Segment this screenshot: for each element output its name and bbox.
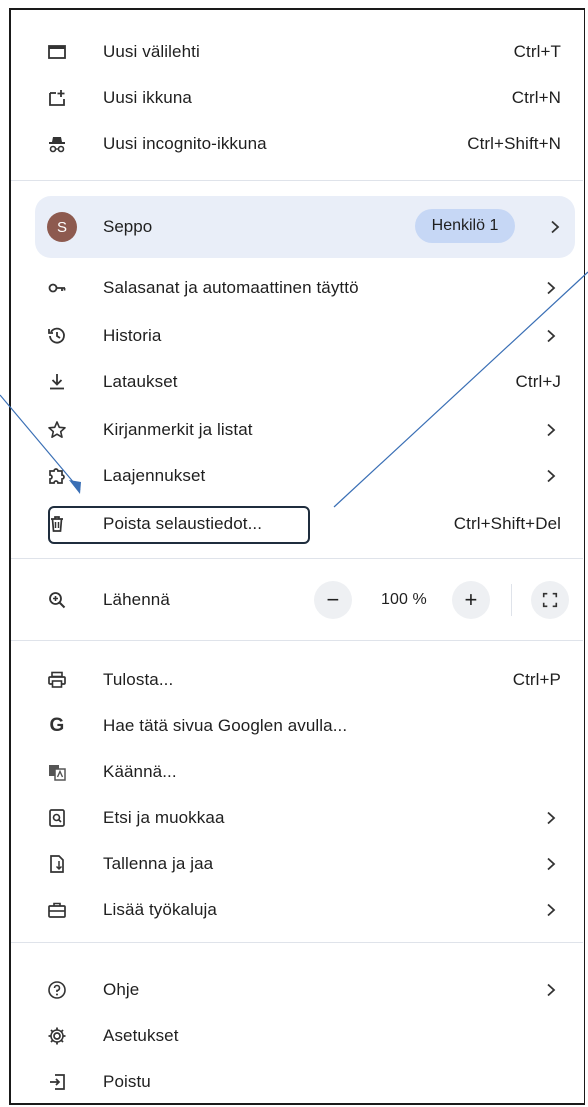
new-tab-icon bbox=[47, 42, 67, 62]
translate-icon bbox=[47, 762, 67, 782]
menu-item-save-and-share[interactable]: Tallenna ja jaa bbox=[11, 842, 583, 886]
google-icon: G bbox=[49, 715, 65, 736]
shortcut-text: Ctrl+Shift+Del bbox=[453, 514, 561, 533]
toolbox-icon bbox=[47, 900, 67, 920]
shortcut-text: Ctrl+T bbox=[513, 42, 561, 61]
chevron-right-icon bbox=[545, 281, 557, 295]
menu-item-label: Historia bbox=[103, 326, 162, 345]
history-icon bbox=[47, 326, 67, 346]
new-window-icon bbox=[47, 88, 67, 108]
zoom-in-button[interactable]: + bbox=[452, 581, 490, 619]
key-icon bbox=[47, 278, 67, 298]
menu-item-find-and-edit[interactable]: Etsi ja muokkaa bbox=[11, 796, 583, 840]
chevron-right-icon bbox=[545, 423, 557, 437]
menu-item-new-incognito[interactable]: Uusi incognito-ikkuna Ctrl+Shift+N bbox=[11, 122, 583, 166]
profile-badge: Henkilö 1 bbox=[415, 209, 515, 243]
exit-icon bbox=[47, 1072, 67, 1092]
chevron-right-icon bbox=[545, 857, 557, 871]
divider bbox=[11, 180, 583, 181]
menu-item-label: Asetukset bbox=[103, 1026, 179, 1045]
menu-item-new-window[interactable]: Uusi ikkuna Ctrl+N bbox=[11, 76, 583, 120]
profile-name: Seppo bbox=[103, 217, 153, 236]
menu-item-zoom: Lähennä − 100 % + bbox=[11, 578, 583, 622]
menu-item-label: Tulosta... bbox=[103, 670, 174, 689]
divider bbox=[11, 640, 583, 641]
menu-item-new-tab[interactable]: Uusi välilehti Ctrl+T bbox=[11, 30, 583, 74]
menu-item-label: Lisää työkaluja bbox=[103, 900, 217, 919]
fullscreen-icon bbox=[542, 592, 558, 608]
menu-item-label: Poistu bbox=[103, 1072, 151, 1091]
profile-row[interactable]: S Seppo Henkilö 1 bbox=[35, 196, 575, 258]
chrome-main-menu: Uusi välilehti Ctrl+T Uusi ikkuna Ctrl+N… bbox=[11, 10, 583, 1103]
chevron-right-icon bbox=[545, 469, 557, 483]
menu-item-extensions[interactable]: Laajennukset bbox=[11, 454, 583, 498]
zoom-icon bbox=[47, 590, 67, 610]
menu-item-label: Uusi incognito-ikkuna bbox=[103, 134, 267, 153]
menu-item-label: Etsi ja muokkaa bbox=[103, 808, 225, 827]
menu-item-label: Salasanat ja automaattinen täyttö bbox=[103, 278, 359, 297]
menu-item-label: Kirjanmerkit ja listat bbox=[103, 420, 253, 439]
zoom-level: 100 % bbox=[381, 591, 427, 608]
extension-icon bbox=[47, 466, 67, 486]
menu-item-more-tools[interactable]: Lisää työkaluja bbox=[11, 888, 583, 932]
star-icon bbox=[47, 420, 67, 440]
menu-item-label: Laajennukset bbox=[103, 466, 206, 485]
menu-item-label: Lataukset bbox=[103, 372, 178, 391]
menu-item-passwords[interactable]: Salasanat ja automaattinen täyttö bbox=[11, 266, 583, 310]
chevron-right-icon bbox=[545, 811, 557, 825]
shortcut-text: Ctrl+J bbox=[515, 372, 561, 391]
menu-item-print[interactable]: Tulosta... Ctrl+P bbox=[11, 658, 583, 702]
menu-item-exit[interactable]: Poistu bbox=[11, 1060, 583, 1104]
menu-item-label: Lähennä bbox=[103, 590, 170, 609]
menu-item-label: Tallenna ja jaa bbox=[103, 854, 214, 873]
menu-item-label: Ohje bbox=[103, 980, 140, 999]
menu-item-history[interactable]: Historia bbox=[11, 314, 583, 358]
divider bbox=[11, 558, 583, 559]
menu-item-downloads[interactable]: Lataukset Ctrl+J bbox=[11, 360, 583, 404]
menu-item-label: Hae tätä sivua Googlen avulla... bbox=[103, 716, 348, 735]
save-share-icon bbox=[47, 854, 67, 874]
divider bbox=[11, 942, 583, 943]
menu-item-help[interactable]: Ohje bbox=[11, 968, 583, 1012]
highlight-box bbox=[48, 506, 310, 544]
avatar: S bbox=[47, 212, 77, 242]
chevron-right-icon bbox=[545, 903, 557, 917]
shortcut-text: Ctrl+Shift+N bbox=[467, 134, 561, 153]
chevron-right-icon bbox=[545, 329, 557, 343]
download-icon bbox=[47, 372, 67, 392]
divider bbox=[511, 584, 512, 616]
shortcut-text: Ctrl+N bbox=[511, 88, 561, 107]
chevron-right-icon bbox=[545, 983, 557, 997]
fullscreen-button[interactable] bbox=[531, 581, 569, 619]
find-icon bbox=[47, 808, 67, 828]
menu-item-translate[interactable]: Käännä... bbox=[11, 750, 583, 794]
menu-item-bookmarks[interactable]: Kirjanmerkit ja listat bbox=[11, 408, 583, 452]
menu-item-search-with-google[interactable]: G Hae tätä sivua Googlen avulla... bbox=[11, 704, 583, 748]
shortcut-text: Ctrl+P bbox=[512, 670, 561, 689]
incognito-icon bbox=[47, 134, 67, 154]
print-icon bbox=[47, 670, 67, 690]
menu-item-label: Uusi ikkuna bbox=[103, 88, 192, 107]
chevron-right-icon bbox=[549, 220, 561, 234]
menu-item-label: Uusi välilehti bbox=[103, 42, 200, 61]
help-icon bbox=[47, 980, 67, 1000]
settings-gear-icon bbox=[47, 1026, 67, 1046]
menu-item-label: Käännä... bbox=[103, 762, 177, 781]
menu-item-settings[interactable]: Asetukset bbox=[11, 1014, 583, 1058]
zoom-out-button[interactable]: − bbox=[314, 581, 352, 619]
